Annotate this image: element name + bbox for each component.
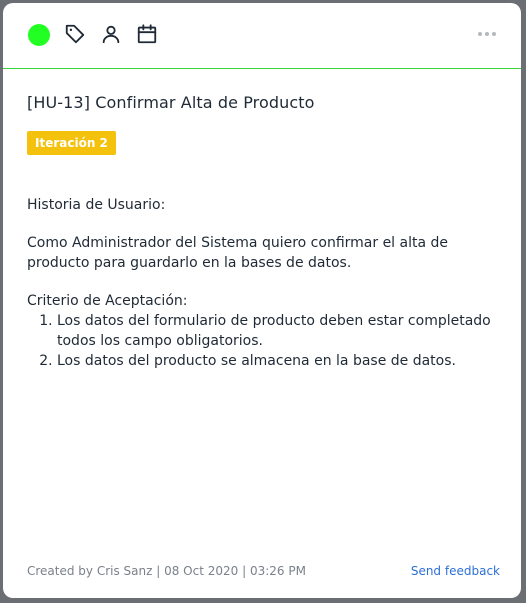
story-text: Como Administrador del Sistema quiero co… <box>27 235 449 271</box>
calendar-icon[interactable] <box>136 23 158 45</box>
criteria-heading: Criterio de Aceptación: <box>27 293 188 309</box>
send-feedback-link[interactable]: Send feedback <box>411 564 500 578</box>
criteria-item: Los datos del producto se almacena en la… <box>57 351 503 371</box>
status-color-dot[interactable] <box>28 24 50 46</box>
criteria-list: Los datos del formulario de producto deb… <box>27 311 503 371</box>
iteration-badge[interactable]: Iteración 2 <box>27 131 116 155</box>
created-by-meta: Created by Cris Sanz | 08 Oct 2020 | 03:… <box>27 564 306 578</box>
person-icon[interactable] <box>100 23 122 45</box>
more-horizontal-icon[interactable] <box>477 27 497 41</box>
tag-icon[interactable] <box>64 23 86 45</box>
card-detail-panel: [HU-13] Confirmar Alta de Producto Itera… <box>3 3 521 598</box>
story-heading: Historia de Usuario: <box>27 197 166 213</box>
card-toolbar <box>3 3 521 69</box>
backdrop: [HU-13] Confirmar Alta de Producto Itera… <box>0 0 526 603</box>
card-title[interactable]: [HU-13] Confirmar Alta de Producto <box>27 93 315 112</box>
criteria-item: Los datos del formulario de producto deb… <box>57 311 503 351</box>
card-description[interactable]: Historia de Usuario: Como Administrador … <box>27 195 503 371</box>
